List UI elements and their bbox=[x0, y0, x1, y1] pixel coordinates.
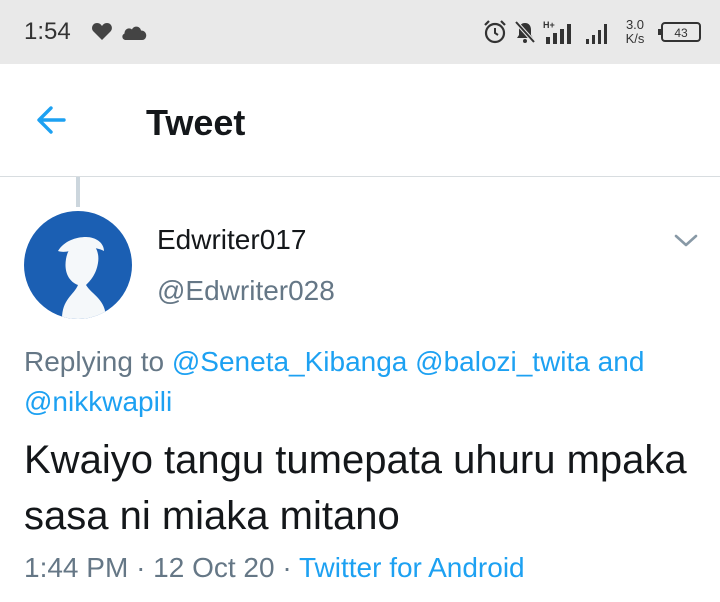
cloud-icon bbox=[122, 26, 147, 40]
avatar[interactable] bbox=[24, 211, 132, 319]
default-profile-icon bbox=[24, 211, 132, 319]
heart-icon bbox=[92, 23, 112, 40]
alarm-icon bbox=[484, 20, 506, 44]
network-speed-unit: K/s bbox=[625, 31, 645, 46]
battery-icon: 43 bbox=[658, 22, 701, 42]
app-bar: Tweet bbox=[0, 64, 720, 177]
signal-2-icon bbox=[586, 24, 607, 44]
network-speed-value: 3.0 bbox=[625, 17, 645, 32]
arrow-left-icon[interactable] bbox=[30, 98, 74, 142]
chevron-down-icon[interactable] bbox=[672, 228, 700, 252]
network-type-label: H+ bbox=[543, 20, 555, 30]
replying-to: Replying to @Seneta_Kibanga @balozi_twit… bbox=[24, 342, 704, 422]
meta-separator: · bbox=[282, 552, 292, 583]
tweet-source-link[interactable]: Twitter for Android bbox=[299, 552, 525, 583]
status-time: 1:54 bbox=[24, 18, 71, 45]
tweet-meta: 1:44 PM · 12 Oct 20 · Twitter for Androi… bbox=[24, 552, 525, 584]
tweet-date: 12 Oct 20 bbox=[153, 552, 275, 583]
status-bar: 1:54 H+ 3.0 K/s 43 bbox=[0, 0, 720, 64]
tweet-time: 1:44 PM bbox=[24, 552, 129, 583]
display-name[interactable]: Edwriter017 bbox=[157, 224, 306, 256]
meta-separator: · bbox=[136, 552, 146, 583]
notifications-muted-icon bbox=[514, 20, 536, 44]
user-handle[interactable]: @Edwriter028 bbox=[157, 275, 335, 307]
page-title: Tweet bbox=[146, 102, 246, 143]
mention-link[interactable]: @balozi_twita bbox=[415, 346, 590, 377]
status-icons: H+ 3.0 K/s 43 bbox=[482, 14, 702, 50]
tweet-text: Kwaiyo tangu tumepata uhuru mpaka sasa n… bbox=[24, 438, 687, 538]
signal-icon: H+ bbox=[543, 20, 571, 44]
mention-joiner[interactable]: and bbox=[598, 346, 645, 377]
mention-link[interactable]: @nikkwapili bbox=[24, 386, 172, 417]
mention-link[interactable]: @Seneta_Kibanga bbox=[172, 346, 408, 377]
thread-line bbox=[76, 177, 80, 207]
battery-level: 43 bbox=[674, 26, 688, 40]
replying-prefix: Replying to bbox=[24, 346, 165, 377]
network-speed: 3.0 K/s bbox=[618, 18, 652, 46]
